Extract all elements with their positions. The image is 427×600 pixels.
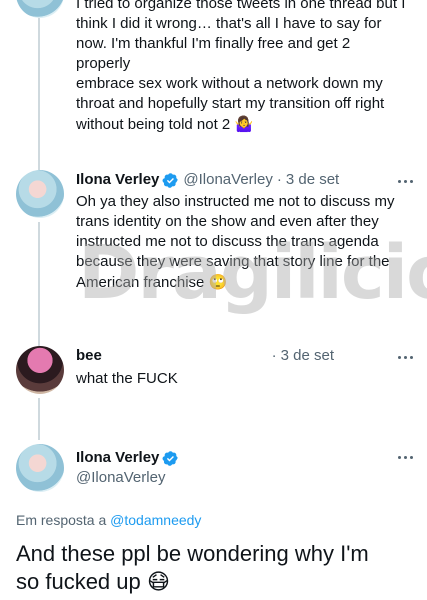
timestamp[interactable]: 3 de set [281,346,334,366]
avatar[interactable] [16,444,64,492]
more-options-icon[interactable] [398,456,413,459]
tweet-header: Ilona Verley @IlonaVerley · 3 de set [76,170,340,190]
thread-connector [38,0,40,170]
avatar[interactable] [16,0,64,18]
verified-badge-icon [162,450,179,466]
thread-connector [38,398,40,440]
reply-context: Em resposta a @todamneedy [16,512,202,528]
avatar[interactable] [16,346,64,394]
emoji: 🙄 [208,273,228,291]
thread-connector [38,222,40,346]
more-options-icon[interactable] [398,180,413,183]
main-tweet-text: And these ppl be wondering why I'm so fu… [16,541,369,595]
tweet-text: what the FUCK [76,370,178,387]
emoji: 🤷‍♀️ [234,115,254,133]
tweet-text: Oh ya they also instructed me not to dis… [76,193,395,291]
timestamp[interactable]: 3 de set [286,170,339,190]
avatar[interactable] [16,170,64,218]
tweet-header: bee · 3 de set [76,346,334,366]
author-name[interactable]: Ilona Verley [76,448,179,468]
tweet-text: I tried to organize those tweets in one … [76,0,406,133]
verified-badge-icon [162,172,179,188]
emoji: 😷 [146,570,170,595]
author-handle[interactable]: @IlonaVerley [183,170,272,190]
reply-to-link[interactable]: @todamneedy [110,512,201,528]
author-name[interactable]: bee [76,346,102,366]
author-handle[interactable]: @IlonaVerley [76,468,165,488]
author-name[interactable]: Ilona Verley [76,170,159,190]
more-options-icon[interactable] [398,356,413,359]
